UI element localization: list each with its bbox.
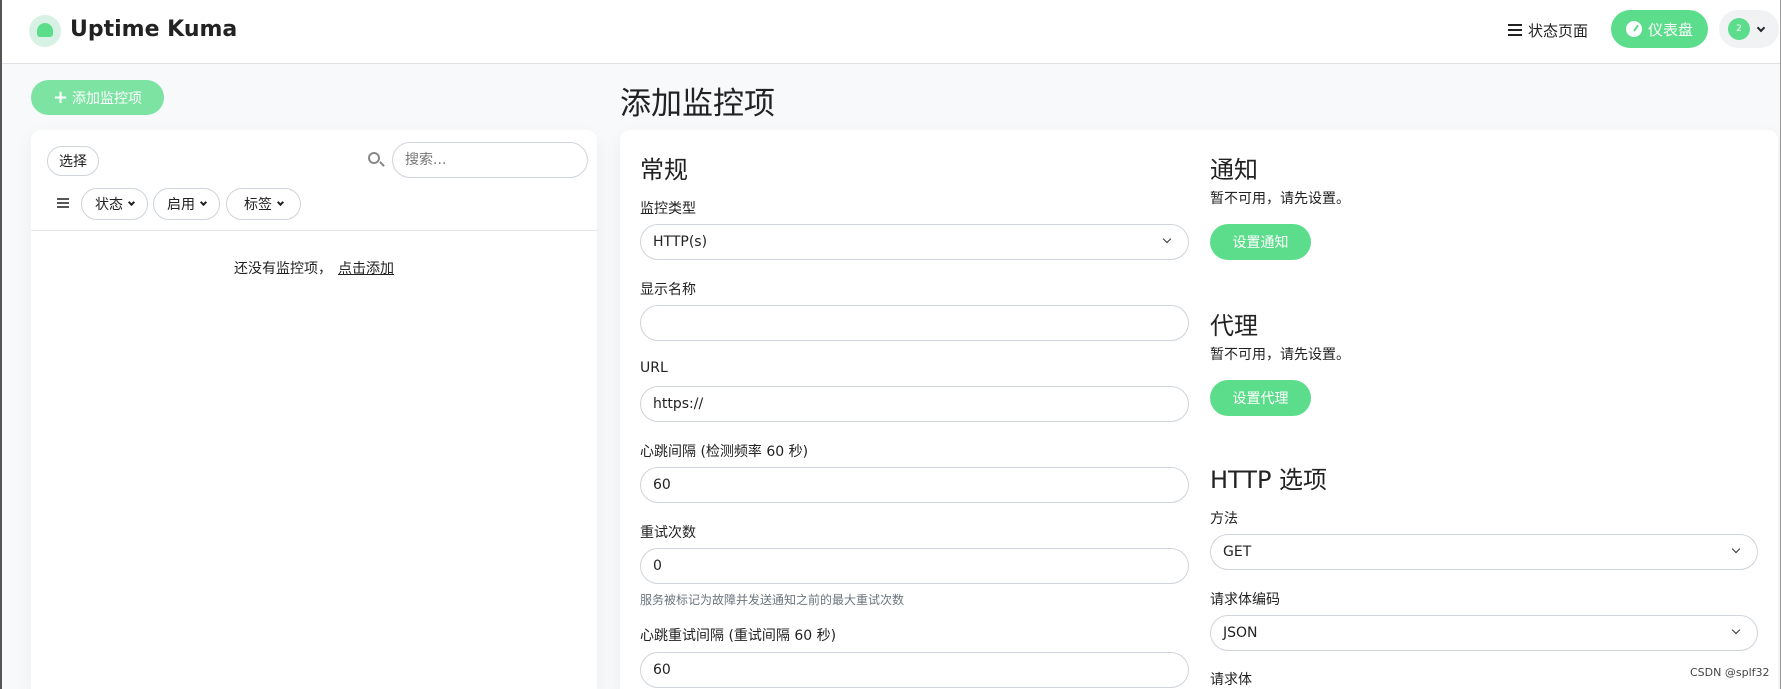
add-monitor-form: 常规 监控类型 HTTP(s) 显示名称 URL https:// 心跳间隔 (…	[620, 130, 1778, 689]
proxy-section-title: 代理	[1210, 312, 1258, 340]
add-monitor-button[interactable]: + 添加监控项	[31, 80, 164, 115]
gauge-icon	[1625, 21, 1642, 37]
empty-list-message: 还没有监控项， 点击添加	[31, 258, 597, 278]
filter-toggle-icon[interactable]	[57, 198, 69, 208]
body-encoding-value: JSON	[1223, 625, 1258, 641]
status-page-label: 状态页面	[1528, 21, 1589, 40]
avatar: 2	[1728, 18, 1750, 40]
csdn-watermark: CSDN @splf32	[1690, 666, 1770, 679]
chevron-down-icon	[276, 198, 285, 207]
general-section-title: 常规	[640, 156, 688, 184]
search-icon	[368, 152, 380, 164]
proxy-unavailable-text: 暂不可用，请先设置。	[1210, 347, 1350, 363]
list-icon	[1508, 24, 1522, 36]
notifications-section-title: 通知	[1210, 156, 1258, 184]
heartbeat-interval-input[interactable]: 60	[640, 467, 1189, 503]
chevron-down-icon	[127, 198, 136, 207]
filter-active-button[interactable]: 启用	[153, 188, 220, 220]
filter-tags-button[interactable]: 标签	[226, 188, 301, 220]
request-body-label: 请求体	[1210, 672, 1252, 688]
retries-label: 重试次数	[640, 525, 696, 541]
chevron-down-icon	[199, 198, 208, 207]
add-monitor-label: 添加监控项	[72, 90, 143, 107]
status-page-link[interactable]: 状态页面	[1508, 18, 1588, 42]
chevron-down-icon	[1731, 544, 1741, 554]
setup-proxy-button[interactable]: 设置代理	[1210, 380, 1311, 416]
setup-notification-button[interactable]: 设置通知	[1210, 224, 1311, 260]
retry-interval-label: 心跳重试间隔 (重试间隔 60 秒)	[640, 628, 837, 644]
monitor-type-label: 监控类型	[640, 201, 696, 217]
filter-status-label: 状态	[95, 197, 123, 213]
divider	[31, 230, 597, 231]
method-select[interactable]: GET	[1210, 534, 1758, 570]
monitor-type-select[interactable]: HTTP(s)	[640, 224, 1189, 260]
chevron-down-icon	[1162, 234, 1172, 244]
brand-title[interactable]: Uptime Kuma	[70, 17, 237, 42]
plus-icon: +	[52, 86, 69, 108]
search-input[interactable]	[392, 142, 588, 178]
http-options-section-title: HTTP 选项	[1210, 466, 1328, 494]
notifications-unavailable-text: 暂不可用，请先设置。	[1210, 191, 1350, 207]
uptime-kuma-logo-icon[interactable]	[29, 15, 61, 47]
chevron-down-icon	[1756, 23, 1766, 32]
monitor-list-panel: 选择 状态 启用 标签 还没有监控项， 点击添加	[31, 130, 597, 689]
body-encoding-label: 请求体编码	[1210, 592, 1280, 608]
top-navbar: Uptime Kuma 状态页面 仪表盘 2	[2, 0, 1780, 64]
friendly-name-input[interactable]	[640, 305, 1189, 341]
filter-tags-label: 标签	[244, 197, 272, 213]
body-encoding-select[interactable]: JSON	[1210, 615, 1758, 651]
monitor-type-value: HTTP(s)	[653, 234, 708, 250]
filter-active-label: 启用	[167, 197, 195, 213]
method-label: 方法	[1210, 511, 1238, 527]
heartbeat-interval-label: 心跳间隔 (检测频率 60 秒)	[640, 444, 809, 460]
friendly-name-label: 显示名称	[640, 282, 696, 298]
filter-status-button[interactable]: 状态	[81, 188, 148, 220]
dashboard-label: 仪表盘	[1647, 20, 1693, 39]
empty-list-text: 还没有监控项，	[234, 261, 332, 277]
select-button[interactable]: 选择	[47, 146, 99, 176]
retry-interval-input[interactable]: 60	[640, 652, 1189, 688]
click-to-add-link[interactable]: 点击添加	[338, 261, 394, 277]
profile-dropdown[interactable]: 2	[1719, 10, 1779, 48]
method-value: GET	[1223, 544, 1252, 560]
url-input[interactable]: https://	[640, 386, 1189, 422]
chevron-down-icon	[1731, 625, 1741, 635]
window-left-edge	[0, 0, 2, 689]
url-label: URL	[640, 360, 668, 376]
page-title: 添加监控项	[620, 86, 775, 122]
dashboard-button[interactable]: 仪表盘	[1611, 10, 1708, 48]
retries-help-text: 服务被标记为故障并发送通知之前的最大重试次数	[640, 593, 905, 607]
retries-input[interactable]: 0	[640, 548, 1189, 584]
